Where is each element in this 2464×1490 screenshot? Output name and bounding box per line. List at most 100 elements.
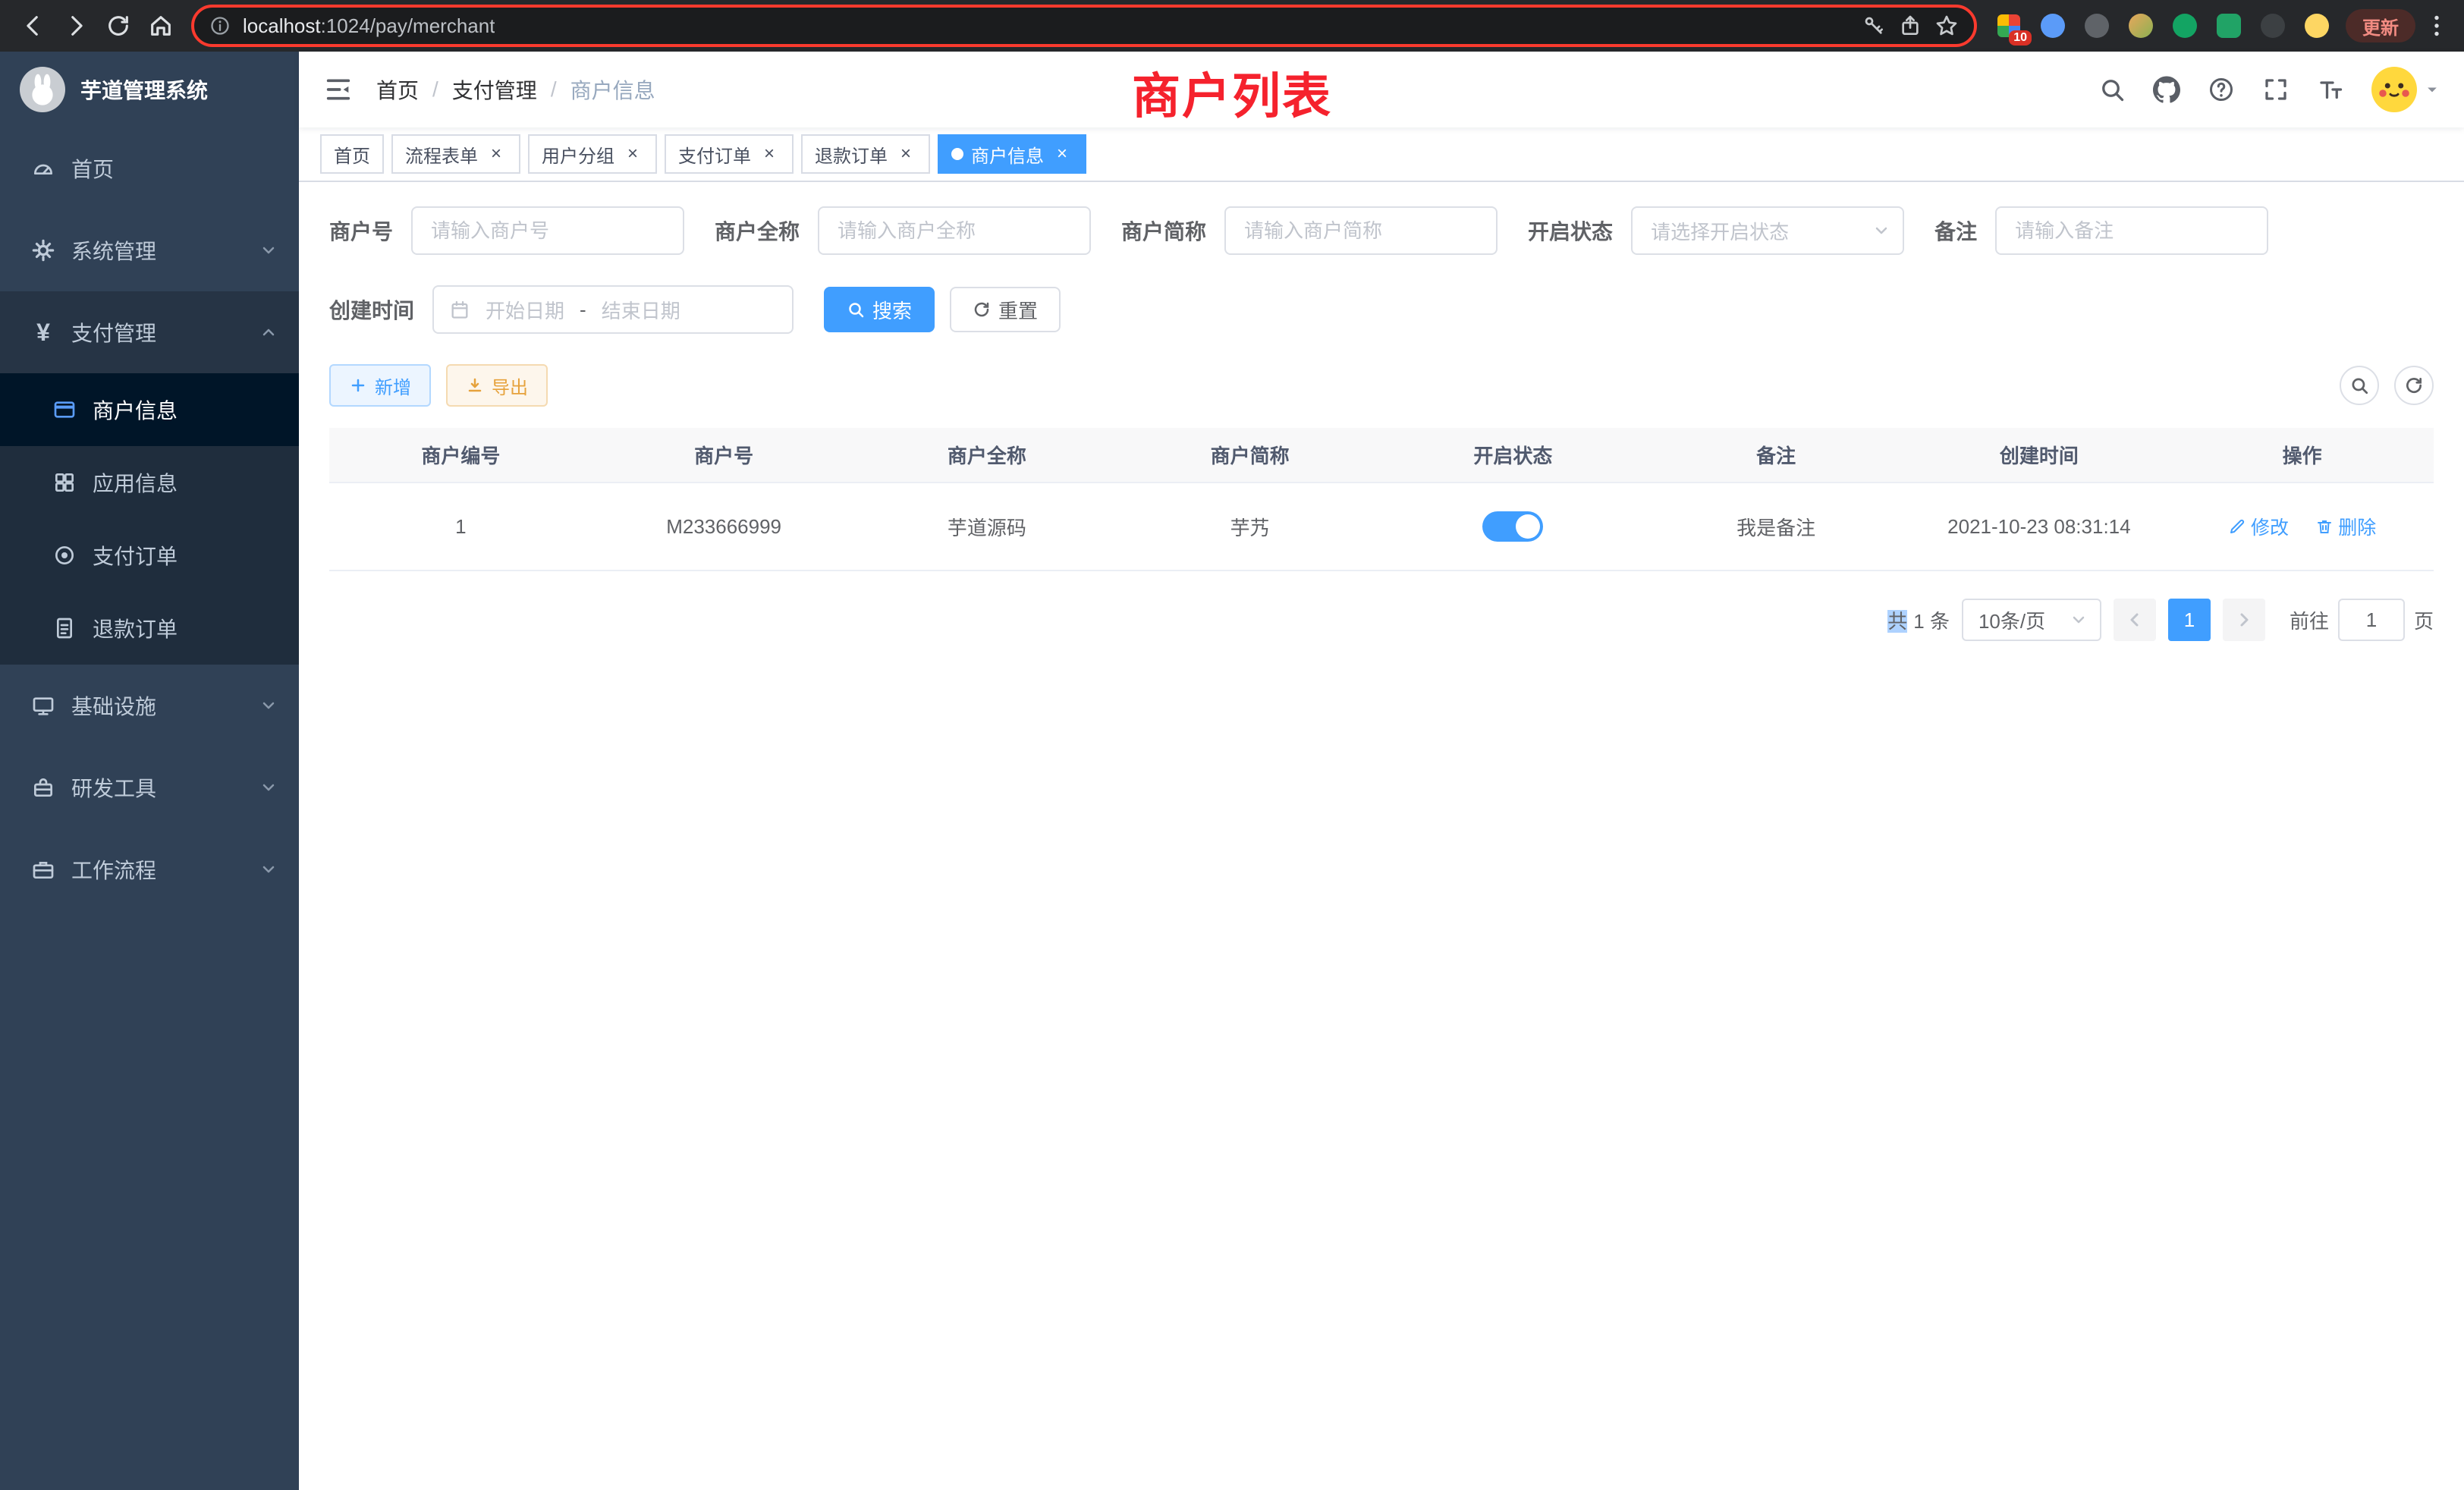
col-short-name: 商户简称 [1118, 428, 1381, 483]
breadcrumb-home[interactable]: 首页 [376, 74, 419, 105]
merchant-id-label: 商户号 [329, 215, 393, 246]
cell-remark: 我是备注 [1645, 483, 1908, 571]
toolbox-icon [30, 775, 56, 800]
sidebar-item-pay-order[interactable]: 支付订单 [0, 519, 299, 592]
merchant-short-name-input[interactable] [1224, 206, 1498, 255]
caret-down-icon [2425, 82, 2440, 97]
close-icon[interactable] [622, 143, 643, 165]
sidebar-item-home[interactable]: 首页 [0, 127, 299, 209]
breadcrumb-payment[interactable]: 支付管理 [452, 74, 537, 105]
end-date-placeholder: 结束日期 [602, 296, 680, 324]
next-page-button[interactable] [2223, 599, 2265, 641]
tab-home[interactable]: 首页 [320, 134, 384, 174]
share-icon[interactable] [1898, 14, 1922, 38]
extension-icon-8[interactable] [2300, 9, 2334, 42]
sidebar-item-system-mgmt[interactable]: 系统管理 [0, 209, 299, 291]
status-select[interactable]: 请选择开启状态 [1631, 206, 1904, 255]
edit-button[interactable]: 修改 [2228, 513, 2289, 540]
tab-user-group[interactable]: 用户分组 [528, 134, 657, 174]
add-button[interactable]: 新增 [329, 364, 431, 407]
search-icon [847, 300, 865, 319]
home-icon[interactable] [140, 5, 182, 47]
col-remark: 备注 [1645, 428, 1908, 483]
calendar-icon [449, 299, 470, 320]
bookmark-star-icon[interactable] [1934, 14, 1959, 38]
remark-input[interactable] [1995, 206, 2268, 255]
search-icon[interactable] [2098, 76, 2126, 103]
extension-icon-1[interactable]: 10 [1992, 9, 2026, 42]
close-icon[interactable] [1051, 143, 1073, 165]
refresh-table-button[interactable] [2394, 366, 2434, 405]
search-button[interactable]: 搜索 [824, 287, 935, 332]
browser-menu-icon[interactable] [2422, 12, 2452, 39]
fullscreen-icon[interactable] [2262, 76, 2290, 103]
close-icon[interactable] [759, 143, 780, 165]
sidebar-item-merchant-info[interactable]: 商户信息 [0, 373, 299, 446]
prev-page-button[interactable] [2114, 599, 2156, 641]
browser-window: localhost:1024/pay/merchant 10 更新 芋道管理系统 [0, 0, 2464, 1490]
delete-button[interactable]: 删除 [2315, 513, 2376, 540]
user-menu[interactable] [2371, 67, 2440, 112]
extension-icon-5[interactable] [2168, 9, 2202, 42]
merchant-name-input[interactable] [818, 206, 1091, 255]
extension-icon-3[interactable] [2080, 9, 2114, 42]
sidebar: 芋道管理系统 首页 系统管理 ¥ 支付管理 [0, 52, 299, 1490]
chevron-left-icon [2126, 611, 2144, 629]
extension-icon-7[interactable] [2256, 9, 2290, 42]
sidebar-item-dev-tools[interactable]: 研发工具 [0, 747, 299, 828]
back-icon[interactable] [12, 5, 55, 47]
dashboard-icon [30, 156, 56, 181]
browser-update-button[interactable]: 更新 [2346, 9, 2415, 42]
sidebar-item-label: 首页 [71, 153, 114, 184]
chevron-down-icon [259, 778, 278, 797]
forward-icon[interactable] [55, 5, 97, 47]
close-icon[interactable] [895, 143, 916, 165]
cell-create-time: 2021-10-23 08:31:14 [1908, 483, 2171, 571]
table-row: 1 M233666999 芋道源码 芋艿 我是备注 2021-10-23 08:… [329, 483, 2434, 571]
total-count: 共1 条 [1887, 606, 1950, 634]
extension-icon-2[interactable] [2036, 9, 2070, 42]
sidebar-item-infrastructure[interactable]: 基础设施 [0, 665, 299, 747]
close-icon[interactable] [486, 143, 507, 165]
avatar [2371, 67, 2417, 112]
password-key-icon[interactable] [1862, 14, 1886, 38]
sidebar-item-app-info[interactable]: 应用信息 [0, 446, 299, 519]
sidebar-item-label: 基础设施 [71, 690, 156, 721]
tags-view-bar: 首页 流程表单 用户分组 支付订单 退款订单 商户信息 [299, 127, 2464, 182]
site-info-icon[interactable] [209, 15, 231, 36]
extension-icon-4[interactable] [2124, 9, 2158, 42]
address-bar[interactable]: localhost:1024/pay/merchant [191, 5, 1977, 47]
font-size-icon[interactable] [2317, 76, 2344, 103]
tab-merchant-info[interactable]: 商户信息 [938, 134, 1086, 174]
sidebar-item-label: 系统管理 [71, 235, 156, 266]
extension-icon-6[interactable] [2212, 9, 2246, 42]
page-content: 商户号 商户全称 商户简称 开启状态 请选择开启状态 [299, 182, 2464, 1490]
tab-refund-order[interactable]: 退款订单 [801, 134, 930, 174]
sidebar-item-payment-mgmt[interactable]: ¥ 支付管理 [0, 291, 299, 373]
sidebar-item-workflow[interactable]: 工作流程 [0, 828, 299, 910]
tab-process-form[interactable]: 流程表单 [391, 134, 520, 174]
breadcrumb-separator: / [551, 77, 557, 102]
create-time-range-picker[interactable]: 开始日期 - 结束日期 [432, 285, 794, 334]
reload-icon[interactable] [97, 5, 140, 47]
goto-page-input[interactable] [2338, 599, 2405, 641]
sidebar-item-label: 研发工具 [71, 772, 156, 803]
status-label: 开启状态 [1528, 215, 1613, 246]
help-icon[interactable] [2208, 76, 2235, 103]
extension-badge: 10 [2009, 30, 2032, 46]
sidebar-fold-icon[interactable] [323, 74, 354, 105]
status-toggle[interactable] [1482, 511, 1543, 542]
export-button[interactable]: 导出 [446, 364, 548, 407]
github-icon[interactable] [2153, 76, 2180, 103]
page-size-select[interactable]: 10条/页 [1962, 599, 2101, 641]
merchant-id-input[interactable] [411, 206, 684, 255]
toggle-search-button[interactable] [2340, 366, 2379, 405]
tab-pay-order[interactable]: 支付订单 [665, 134, 794, 174]
refresh-icon [2404, 376, 2424, 395]
app-logo: 芋道管理系统 [0, 52, 299, 127]
cell-merchant-no: M233666999 [592, 483, 856, 571]
page-number-1[interactable]: 1 [2168, 599, 2211, 641]
reset-button[interactable]: 重置 [950, 287, 1061, 332]
col-actions: 操作 [2170, 428, 2434, 483]
sidebar-item-refund-order[interactable]: 退款订单 [0, 592, 299, 665]
